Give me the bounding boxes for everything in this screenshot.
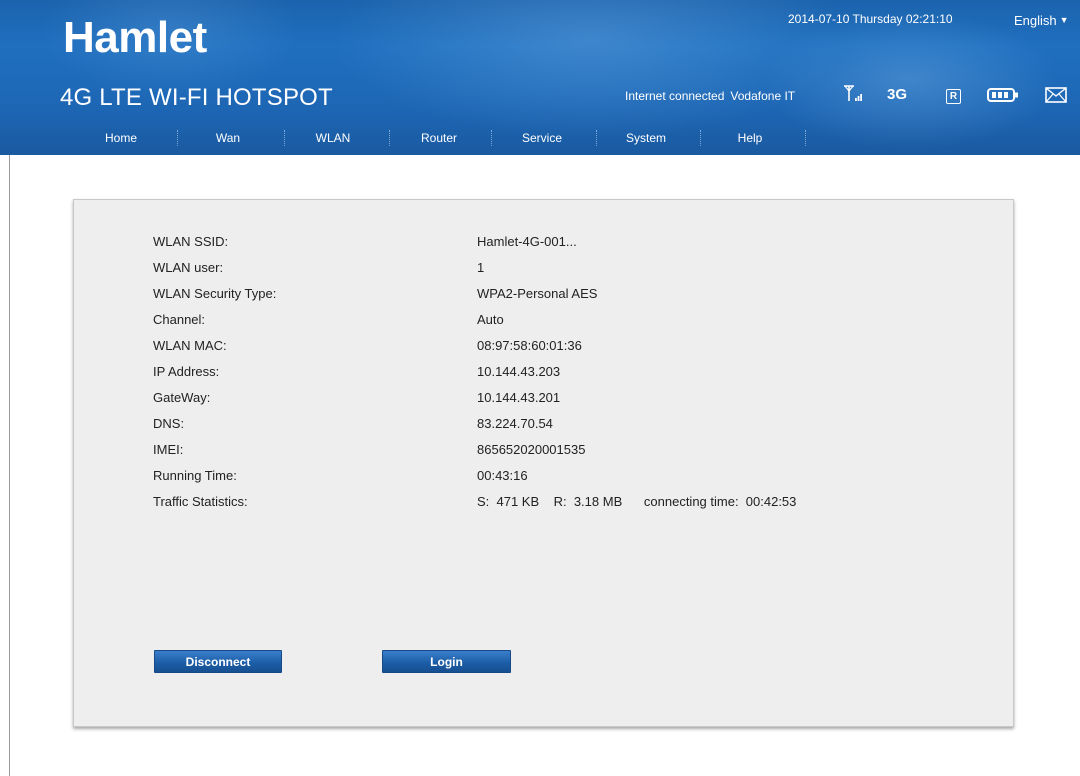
row-value: 00:43:16 bbox=[477, 468, 528, 483]
nav-divider bbox=[284, 130, 285, 146]
connection-status: Internet connected Vodafone IT bbox=[625, 88, 795, 104]
network-type-badge: 3G bbox=[887, 86, 908, 103]
row-label: IP Address: bbox=[153, 364, 220, 379]
row-value: 865652020001535 bbox=[477, 442, 586, 457]
nav-router[interactable]: Router bbox=[410, 128, 468, 148]
row-label: WLAN MAC: bbox=[153, 338, 227, 353]
row-label: DNS: bbox=[153, 416, 185, 431]
row-label: Channel: bbox=[153, 312, 206, 327]
disconnect-button[interactable]: Disconnect bbox=[154, 650, 282, 673]
row-label: GateWay: bbox=[153, 390, 211, 405]
connection-status-label: Internet connected bbox=[625, 89, 725, 103]
nav-help[interactable]: Help bbox=[725, 128, 775, 148]
nav-system[interactable]: System bbox=[617, 128, 675, 148]
row-label: WLAN SSID: bbox=[153, 234, 229, 249]
signal-icon bbox=[844, 85, 862, 101]
nav-divider bbox=[805, 130, 806, 146]
row-value: Hamlet-4G-001... bbox=[477, 234, 577, 249]
language-selector[interactable]: English ▼ bbox=[1014, 11, 1069, 30]
row-value: 1 bbox=[477, 260, 485, 275]
row-value: WPA2-Personal AES bbox=[477, 286, 598, 301]
row-value: 08:97:58:60:01:36 bbox=[477, 338, 582, 353]
nav-divider bbox=[177, 130, 178, 146]
nav-divider bbox=[491, 130, 492, 146]
row-value: Auto bbox=[477, 312, 504, 327]
page: Hamlet 4G LTE WI-FI HOTSPOT 2014-07-10 T… bbox=[0, 0, 1080, 776]
caret-down-icon: ▼ bbox=[1059, 15, 1069, 25]
nav-divider bbox=[700, 130, 701, 146]
nav-divider bbox=[389, 130, 390, 146]
carrier-name: Vodafone IT bbox=[730, 89, 796, 103]
nav-wan[interactable]: Wan bbox=[203, 128, 253, 148]
mail-icon[interactable] bbox=[1045, 87, 1067, 103]
nav-wlan[interactable]: WLAN bbox=[306, 128, 360, 148]
battery-icon bbox=[987, 88, 1018, 102]
row-value: S: 471 KB R: 3.18 MB connecting time: 00… bbox=[477, 494, 797, 509]
datetime-display: 2014-07-10 Thursday 02:21:10 bbox=[788, 12, 953, 26]
nav-home[interactable]: Home bbox=[95, 128, 147, 148]
row-label: IMEI: bbox=[153, 442, 184, 457]
status-panel bbox=[73, 199, 1014, 727]
row-label: Traffic Statistics: bbox=[153, 494, 248, 509]
roaming-icon: R bbox=[946, 89, 961, 104]
login-button[interactable]: Login bbox=[382, 650, 511, 673]
left-border bbox=[9, 155, 10, 776]
nav-service[interactable]: Service bbox=[512, 128, 572, 148]
row-label: WLAN Security Type: bbox=[153, 286, 277, 301]
row-value: 10.144.43.201 bbox=[477, 390, 561, 405]
language-label: English bbox=[1014, 13, 1057, 28]
nav-divider bbox=[596, 130, 597, 146]
row-value: 83.224.70.54 bbox=[477, 416, 553, 431]
brand-logo: Hamlet bbox=[63, 13, 207, 62]
row-value: 10.144.43.203 bbox=[477, 364, 561, 379]
header-banner: Hamlet 4G LTE WI-FI HOTSPOT 2014-07-10 T… bbox=[0, 0, 1080, 155]
product-tagline: 4G LTE WI-FI HOTSPOT bbox=[60, 84, 333, 111]
row-label: Running Time: bbox=[153, 468, 237, 483]
row-label: WLAN user: bbox=[153, 260, 224, 275]
main-nav: Home Wan WLAN Router Service System Help bbox=[0, 124, 1080, 151]
